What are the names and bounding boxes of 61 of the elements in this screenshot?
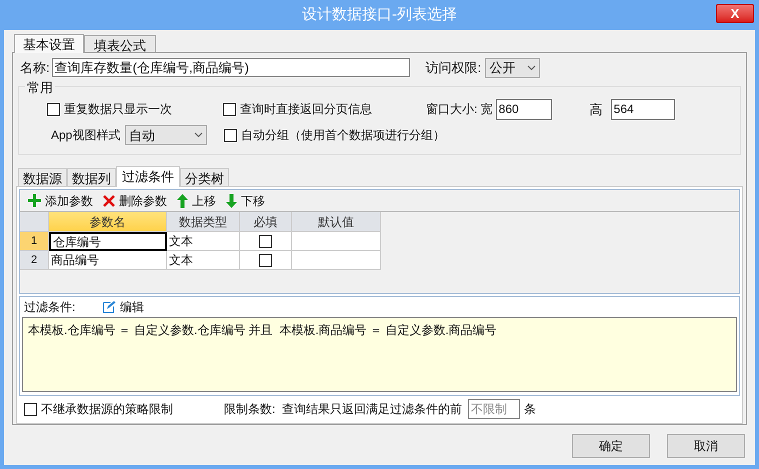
toolbar-button[interactable]: 下移: [226, 192, 265, 210]
filter-text-area[interactable]: 本模板.仓库编号 ＝ 自定义参数.仓库编号 并且 本模板.商品编号 ＝ 自定义参数.商品编号: [22, 317, 737, 392]
checkbox-label: 不继承数据源的策略限制: [41, 401, 173, 418]
close-icon: [103, 194, 115, 206]
checkbox[interactable]: [259, 254, 272, 266]
height-label: 高: [590, 100, 603, 119]
tab[interactable]: 数据源: [18, 168, 67, 186]
height-field[interactable]: 564: [610, 98, 675, 120]
dialog-button[interactable]: 确定: [572, 434, 650, 458]
table-cell: 文本: [167, 232, 240, 251]
toolbar-button[interactable]: 删除参数: [103, 192, 167, 210]
checkbox[interactable]: [224, 128, 237, 142]
checkbox[interactable]: [223, 102, 236, 116]
corner-cell: [20, 212, 49, 232]
checkbox-label: 自动分组（使用首个数据项进行分组）: [241, 127, 445, 144]
column-header[interactable]: 必填: [240, 212, 292, 232]
table-cell[interactable]: 仓库编号: [49, 232, 167, 251]
app-view-dropdown[interactable]: 自动: [125, 125, 207, 146]
access-value: 公开: [489, 58, 516, 77]
tab[interactable]: 过滤条件: [116, 166, 180, 187]
plus-icon: [28, 194, 41, 207]
filter-expression: 本模板.仓库编号 ＝ 自定义参数.仓库编号 并且 本模板.商品编号 ＝ 自定义参数.商品编号: [28, 323, 497, 337]
toolbar-button[interactable]: 添加参数: [28, 192, 93, 210]
checkbox-label: 重复数据只显示一次: [64, 101, 172, 118]
width-field[interactable]: 860: [496, 98, 552, 120]
checkbox-label: 查询时直接返回分页信息: [240, 101, 372, 118]
access-label: 访问权限:: [426, 58, 482, 77]
tab[interactable]: 分类树: [180, 168, 229, 186]
window-title: 设计数据接口-列表选择: [302, 4, 457, 25]
tab[interactable]: 填表公式: [84, 35, 156, 52]
app-view-label: App视图样式: [51, 127, 122, 144]
caret-icon: [527, 64, 536, 71]
tab[interactable]: 基本设置: [14, 34, 84, 53]
row-header[interactable]: 2: [20, 251, 49, 270]
access-dropdown[interactable]: 公开: [485, 58, 540, 78]
app-view-value: 自动: [129, 126, 155, 145]
limit-unit: 条: [524, 401, 536, 418]
table-cell[interactable]: 商品编号: [49, 251, 167, 270]
caret-icon: [194, 132, 203, 138]
name-label: 名称:: [20, 58, 50, 77]
filter-label: 过滤条件:: [23, 299, 76, 316]
tab[interactable]: 数据列: [67, 168, 116, 186]
arrow-up-icon: [177, 194, 188, 208]
column-header[interactable]: 参数名: [49, 212, 167, 232]
edit-icon: [102, 300, 116, 314]
size-label: 窗口大小: 宽: [426, 101, 493, 118]
limit-label: 限制条数: 查询结果只返回满足过滤条件的前: [224, 401, 462, 418]
table-cell: 文本: [167, 251, 240, 270]
checkbox[interactable]: [24, 402, 37, 416]
close-button[interactable]: X: [716, 4, 754, 23]
toolbar-button[interactable]: 上移: [177, 192, 216, 210]
checkbox[interactable]: [259, 234, 272, 248]
name-field[interactable]: 查询库存数量(仓库编号,商品编号): [52, 58, 410, 78]
row-header[interactable]: 1: [20, 232, 49, 251]
arrow-down-icon: [226, 194, 237, 208]
column-header[interactable]: 数据类型: [167, 212, 240, 232]
dialog-button[interactable]: 取消: [667, 434, 745, 458]
edit-button[interactable]: 编辑: [102, 298, 144, 316]
column-header[interactable]: 默认值: [292, 212, 381, 232]
limit-field[interactable]: 不限制: [468, 399, 520, 419]
checkbox[interactable]: [47, 102, 60, 116]
